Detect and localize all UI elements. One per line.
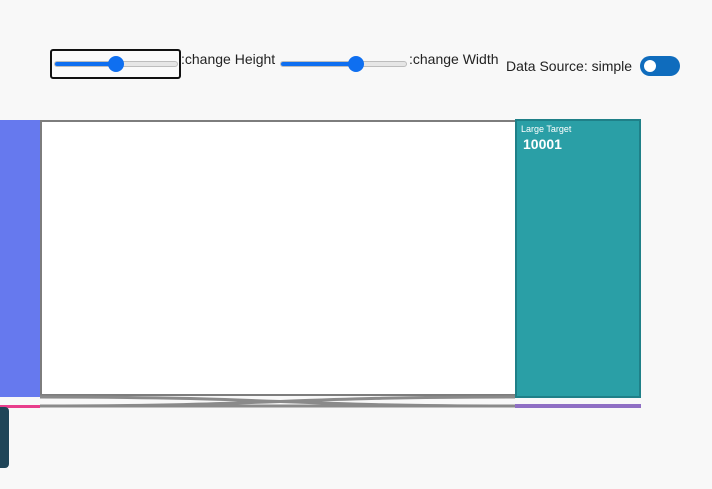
- target-node-value: 10001: [523, 136, 562, 152]
- width-slider-track: [280, 61, 407, 67]
- width-slider-fill: [281, 62, 357, 66]
- sankey-main-link[interactable]: [40, 120, 515, 396]
- height-slider[interactable]: [50, 49, 181, 79]
- toggle-knob: [644, 60, 656, 72]
- sankey-small-links: [0, 395, 641, 408]
- width-slider-thumb[interactable]: [348, 56, 364, 72]
- width-slider-label: :change Width: [409, 51, 499, 67]
- sankey-source-node[interactable]: [0, 120, 40, 397]
- sankey-target-node[interactable]: Large Target 10001: [515, 119, 641, 398]
- width-slider[interactable]: [278, 51, 409, 81]
- target-node-name: Large Target: [521, 124, 572, 134]
- side-panel-handle[interactable]: [0, 407, 9, 468]
- data-source-toggle[interactable]: [640, 56, 680, 76]
- height-slider-thumb[interactable]: [108, 56, 124, 72]
- small-target-node: [515, 404, 641, 408]
- data-source-label: Data Source: simple: [506, 58, 633, 74]
- height-slider-label: :change Height: [181, 51, 276, 67]
